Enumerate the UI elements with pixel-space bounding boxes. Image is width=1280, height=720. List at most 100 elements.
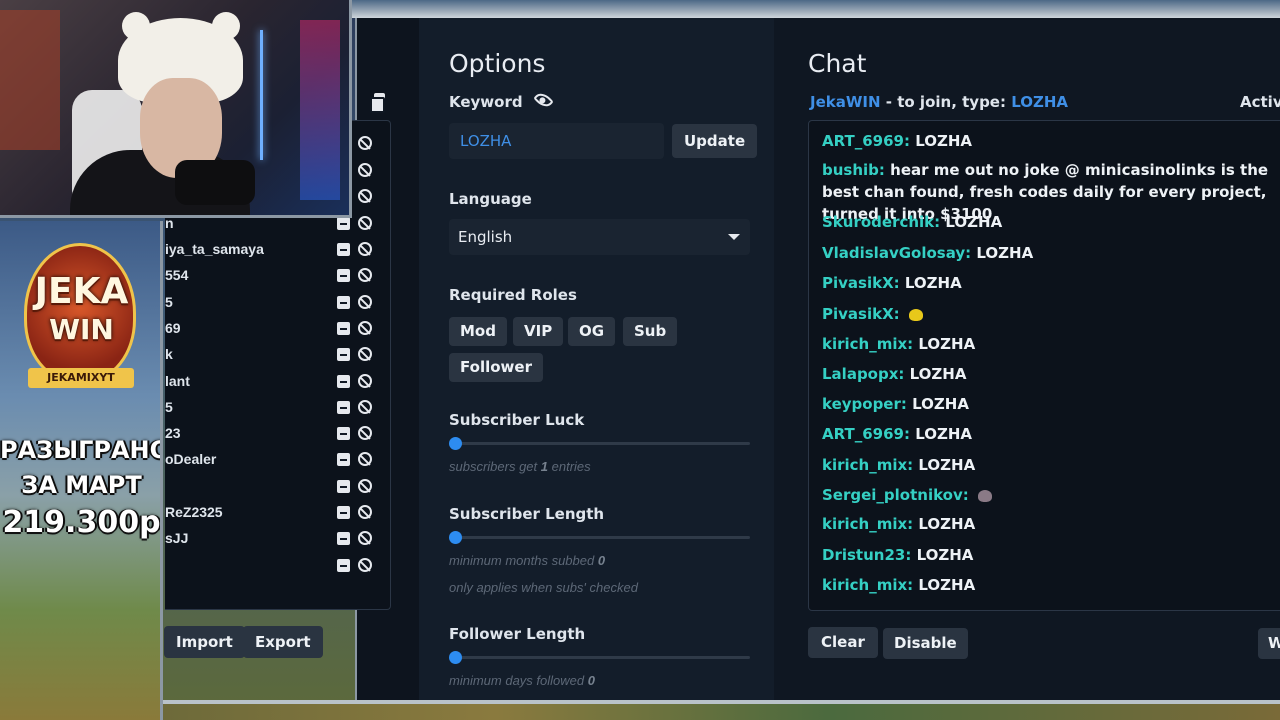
ban-icon[interactable]: [358, 242, 372, 256]
role-vip-toggle[interactable]: VIP: [513, 317, 564, 346]
active-label: Activ: [1240, 93, 1280, 111]
role-sub-toggle[interactable]: Sub: [623, 317, 678, 346]
remove-participant-icon[interactable]: [337, 322, 350, 335]
ban-icon[interactable]: [358, 558, 372, 572]
subscriber-luck-label: Subscriber Luck: [449, 411, 585, 429]
copy-icon[interactable]: [370, 93, 386, 113]
ban-icon[interactable]: [358, 163, 372, 177]
promo-overlay: JEKA WIN JEKAMIXYT РАЗЫГРАНО ЗА МАРТ 219…: [0, 221, 163, 720]
participant-name: ReZ2325: [165, 504, 223, 520]
logo-line2: WIN: [49, 313, 114, 346]
chat-text: LOZHA: [904, 274, 962, 292]
subscriber-length-thumb[interactable]: [449, 531, 462, 544]
chat-message: Lalapopx: LOZHA: [822, 363, 966, 385]
remove-participant-icon[interactable]: [337, 401, 350, 414]
chat-username[interactable]: Sergei_plotnikov:: [822, 486, 969, 504]
chat-message: Skuroderchik: LOZHA: [822, 211, 1002, 233]
chat-text: LOZHA: [945, 213, 1003, 231]
subscriber-luck-thumb[interactable]: [449, 437, 462, 450]
remove-participant-icon[interactable]: [337, 217, 350, 230]
chat-username[interactable]: kirich_mix:: [822, 576, 913, 594]
ban-icon[interactable]: [358, 321, 372, 335]
chat-username[interactable]: kirich_mix:: [822, 456, 913, 474]
chat-username[interactable]: Dristun23:: [822, 546, 911, 564]
chat-username[interactable]: kirich_mix:: [822, 515, 913, 533]
overlay-frame-top: [350, 0, 1280, 18]
chat-username[interactable]: Skuroderchik:: [822, 213, 940, 231]
chat-message: Sergei_plotnikov:: [822, 484, 992, 506]
remove-participant-icon[interactable]: [337, 506, 350, 519]
role-follower-toggle[interactable]: Follower: [449, 353, 543, 382]
participant-row: 69: [165, 316, 391, 342]
participant-row: k: [165, 342, 391, 368]
participant-name: 5: [165, 294, 173, 310]
chevron-down-icon: [728, 234, 740, 240]
chat-log[interactable]: ART_6969: LOZHA bushib: hear me out no jo…: [808, 120, 1280, 611]
ban-icon[interactable]: [358, 452, 372, 466]
role-og-toggle[interactable]: OG: [568, 317, 616, 346]
chat-username[interactable]: PivasikX:: [822, 274, 900, 292]
remove-participant-icon[interactable]: [337, 348, 350, 361]
update-button[interactable]: Update: [672, 124, 758, 158]
ban-icon[interactable]: [358, 374, 372, 388]
ban-icon[interactable]: [358, 400, 372, 414]
ban-icon[interactable]: [358, 268, 372, 282]
chat-message: Dristun23: LOZHA: [822, 544, 973, 566]
chat-message: kirich_mix: LOZHA: [822, 333, 975, 355]
clear-chat-button[interactable]: Clear: [808, 627, 878, 658]
chat-username[interactable]: ART_6969:: [822, 425, 910, 443]
subscriber-luck-track[interactable]: [455, 442, 750, 445]
chat-join-info: JekaWIN - to join, type: LOZHA: [810, 93, 1068, 111]
participant-row: 554: [165, 263, 391, 289]
participant-name: oDealer: [165, 451, 217, 467]
follower-length-thumb[interactable]: [449, 651, 462, 664]
follower-length-hint: minimum days followed 0: [449, 673, 595, 688]
remove-participant-icon[interactable]: [337, 453, 350, 466]
role-mod-toggle[interactable]: Mod: [449, 317, 507, 346]
options-title: Options: [449, 49, 546, 78]
chat-username[interactable]: Lalapopx:: [822, 365, 904, 383]
import-button[interactable]: Import: [164, 626, 245, 658]
ban-icon[interactable]: [358, 295, 372, 309]
chat-text: LOZHA: [916, 546, 974, 564]
follower-length-track[interactable]: [455, 656, 750, 659]
chat-message: VladislavGolosay: LOZHA: [822, 242, 1033, 264]
chat-message: PivasikX:: [822, 303, 923, 325]
ban-icon[interactable]: [358, 505, 372, 519]
chat-username[interactable]: keypoper:: [822, 395, 907, 413]
subscriber-length-track[interactable]: [455, 536, 750, 539]
chat-username[interactable]: kirich_mix:: [822, 335, 913, 353]
ban-icon[interactable]: [358, 479, 372, 493]
participant-row: iya_ta_samaya: [165, 237, 391, 263]
remove-participant-icon[interactable]: [337, 532, 350, 545]
disable-chat-button[interactable]: Disable: [883, 628, 968, 659]
remove-participant-icon[interactable]: [337, 269, 350, 282]
ban-icon[interactable]: [358, 531, 372, 545]
remove-participant-icon[interactable]: [337, 243, 350, 256]
ban-icon[interactable]: [358, 426, 372, 440]
export-button[interactable]: Export: [243, 626, 323, 658]
keyword-input[interactable]: LOZHA: [449, 123, 664, 159]
ban-icon[interactable]: [358, 136, 372, 150]
participant-name: 5: [165, 399, 173, 415]
ban-icon[interactable]: [358, 216, 372, 230]
chat-username[interactable]: VladislavGolosay:: [822, 244, 971, 262]
chat-username[interactable]: ART_6969:: [822, 132, 910, 150]
ban-icon[interactable]: [358, 347, 372, 361]
chat-username[interactable]: bushib:: [822, 161, 885, 179]
chat-message: keypoper: LOZHA: [822, 393, 969, 415]
remove-participant-icon[interactable]: [337, 375, 350, 388]
chat-message: ART_6969: LOZHA: [822, 423, 972, 445]
remove-participant-icon[interactable]: [337, 296, 350, 309]
language-select[interactable]: English: [449, 219, 750, 255]
remove-participant-icon[interactable]: [337, 480, 350, 493]
remove-participant-icon[interactable]: [337, 559, 350, 572]
chat-text: LOZHA: [918, 335, 976, 353]
follower-length-label: Follower Length: [449, 625, 586, 643]
participant-row: [165, 553, 391, 579]
chat-extra-button[interactable]: W: [1258, 628, 1280, 659]
remove-participant-icon[interactable]: [337, 427, 350, 440]
ban-icon[interactable]: [358, 189, 372, 203]
chat-username[interactable]: PivasikX:: [822, 305, 900, 323]
background-poster: [0, 10, 60, 150]
